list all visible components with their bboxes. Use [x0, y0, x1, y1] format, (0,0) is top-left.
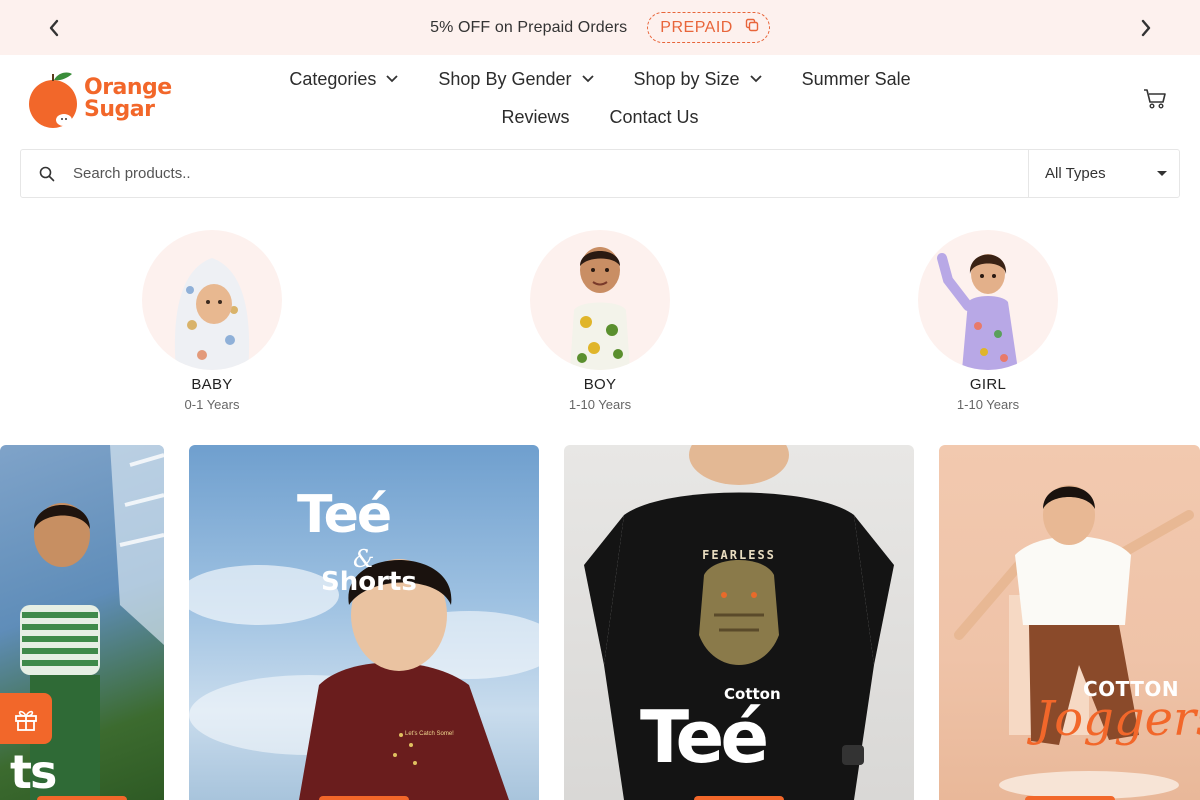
nav-reviews[interactable]: Reviews — [501, 107, 569, 128]
baby-category-image — [142, 230, 282, 370]
orange-logo-icon — [28, 70, 78, 128]
main-nav: Categories Shop By Gender Shop by Size S… — [250, 60, 950, 136]
coupon-code-button[interactable]: PREPAID — [647, 12, 770, 43]
boy-category-image — [530, 230, 670, 370]
brand-name-line1: Orange — [84, 75, 172, 100]
banner-2-shirt-text: Let's Catch Some! — [405, 731, 454, 737]
banner-1-tag — [37, 796, 127, 800]
banner-3-big-text: Teé — [640, 695, 769, 779]
nav-label: Reviews — [501, 106, 570, 127]
announcement-bar: 5% OFF on Prepaid Orders PREPAID — [0, 0, 1200, 55]
category-name: GIRL — [969, 376, 1007, 393]
category-name: BABY — [191, 376, 233, 393]
banner-2-tag — [319, 796, 409, 800]
banner-card-4[interactable]: COTTON Joggers — [939, 445, 1200, 800]
nav-label: Shop By Gender — [438, 68, 572, 89]
announcement-message: 5% OFF on Prepaid Orders — [430, 18, 628, 36]
search-icon[interactable] — [21, 166, 73, 182]
chevron-down-icon — [581, 75, 594, 83]
banner-card-3[interactable]: FEARLESS Cotton Teé — [564, 445, 914, 800]
nav-label: Categories — [289, 68, 377, 89]
banner-2-subtitle: Shorts — [321, 567, 417, 597]
brand-logo[interactable]: Orange Sugar — [28, 68, 172, 130]
category-baby[interactable]: BABY 0-1 Years — [132, 230, 292, 412]
banner-4-big-text: Joggers — [1035, 691, 1200, 747]
chevron-down-icon — [749, 75, 762, 83]
category-name: BOY — [583, 376, 617, 393]
chevron-down-icon — [386, 75, 399, 83]
search-bar: All Types — [20, 149, 1180, 198]
brand-name-line2: Sugar — [84, 97, 155, 122]
banner-1-text: ts — [10, 745, 57, 799]
banner-3-shirt-text: FEARLESS — [702, 548, 776, 562]
banner-4-tag — [1024, 796, 1115, 800]
nav-categories[interactable]: Categories — [289, 68, 399, 90]
category-girl[interactable]: GIRL 1-10 Years — [908, 230, 1068, 412]
girl-category-image — [918, 230, 1058, 370]
nav-label: Contact Us — [609, 106, 699, 127]
copy-icon — [745, 18, 759, 37]
cart-icon[interactable] — [1142, 86, 1168, 112]
banner-card-1[interactable]: ts — [0, 445, 164, 800]
banner-card-2[interactable]: Teé & Shorts Let's Catch Some! — [189, 445, 539, 800]
nav-label: Shop by Size — [633, 68, 740, 89]
category-age: 1-10 Years — [568, 397, 632, 412]
nav-contact-us[interactable]: Contact Us — [609, 107, 698, 128]
chevron-left-icon[interactable] — [40, 14, 68, 42]
nav-shop-by-size[interactable]: Shop by Size — [634, 69, 762, 90]
caret-down-icon — [1157, 171, 1167, 176]
category-boy[interactable]: BOY 1-10 Years — [520, 230, 680, 412]
coupon-code: PREPAID — [660, 18, 733, 36]
banner-2-title: Teé — [297, 485, 392, 545]
nav-shop-by-gender[interactable]: Shop By Gender — [438, 68, 594, 90]
nav-summer-sale[interactable]: Summer Sale — [802, 69, 911, 90]
nav-label: Summer Sale — [801, 68, 911, 89]
product-type-select[interactable]: All Types — [1028, 150, 1179, 197]
banner-3-tag — [694, 796, 784, 800]
product-type-value: All Types — [1045, 165, 1106, 182]
chevron-right-icon[interactable] — [1132, 14, 1160, 42]
gift-icon[interactable] — [0, 693, 52, 744]
category-age: 0-1 Years — [184, 397, 240, 412]
category-age: 1-10 Years — [956, 397, 1020, 412]
search-input[interactable] — [73, 150, 1028, 197]
